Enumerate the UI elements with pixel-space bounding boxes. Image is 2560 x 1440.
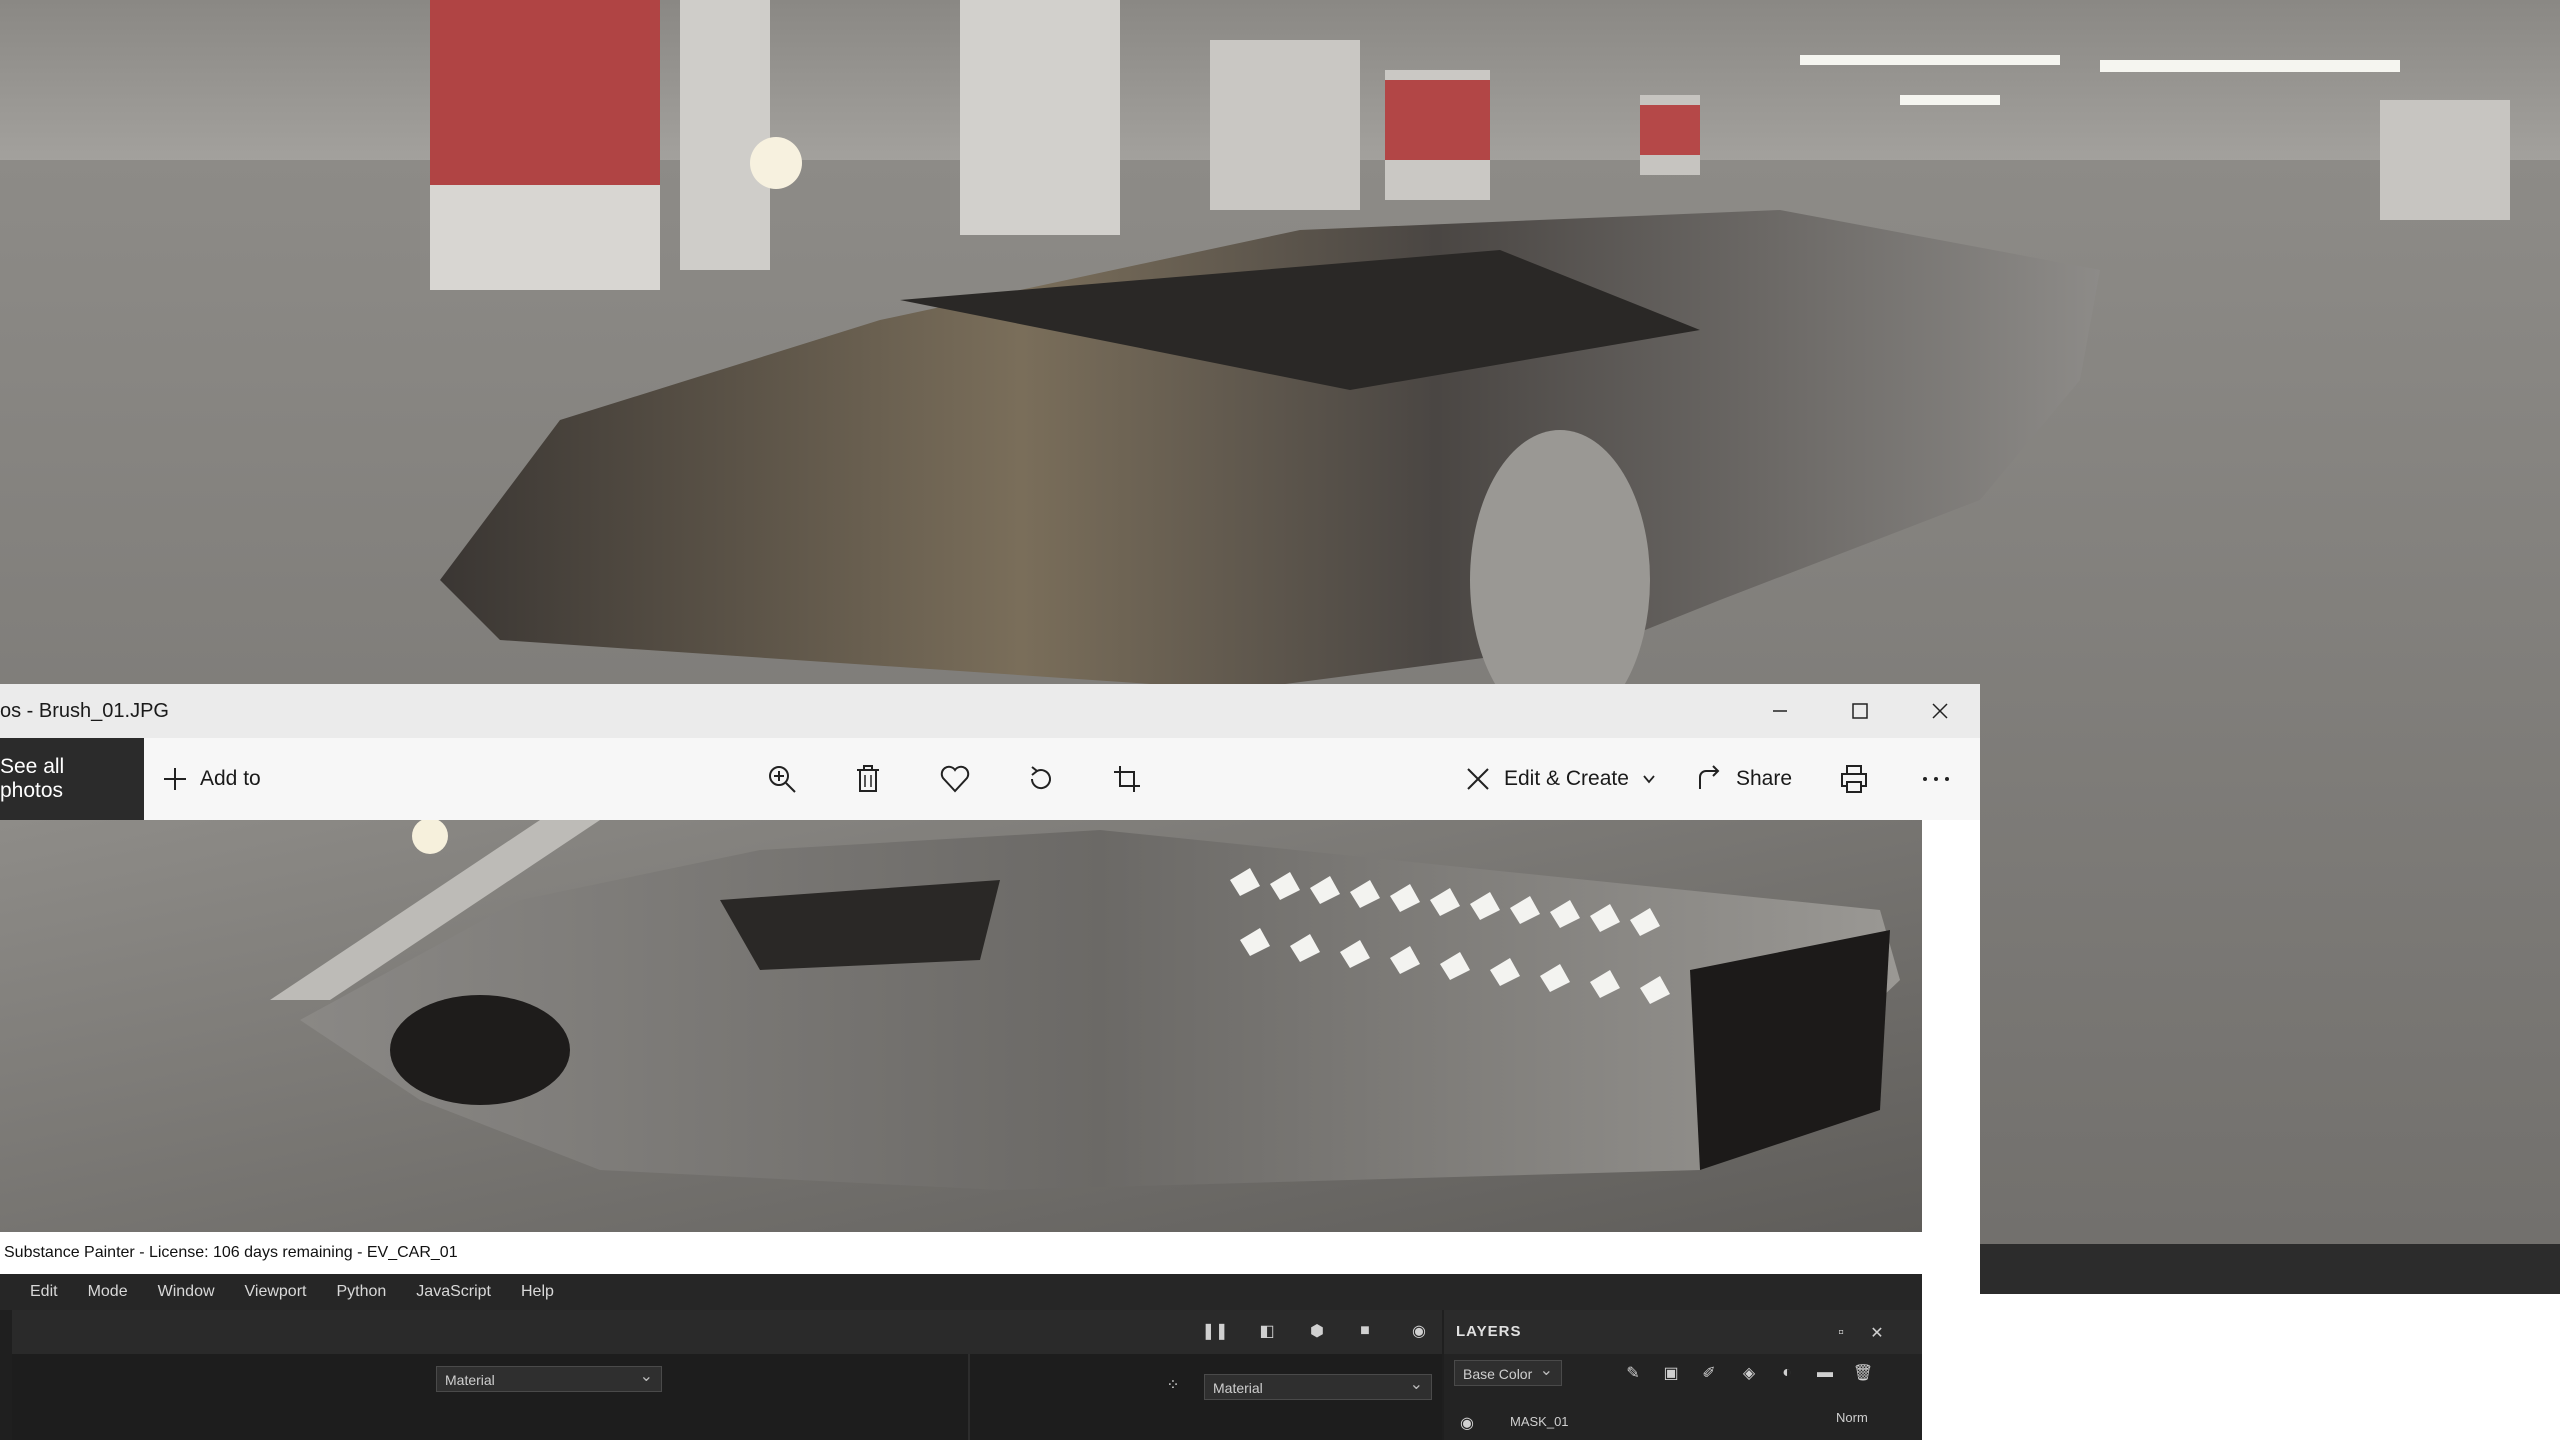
cube-icon[interactable]: ⬢ bbox=[1304, 1318, 1330, 1344]
material-select-left[interactable]: Material bbox=[436, 1364, 662, 1392]
photo-preview bbox=[0, 820, 1922, 1232]
rotate-icon bbox=[1030, 766, 1051, 790]
camera-video-icon[interactable]: ■ bbox=[1352, 1318, 1378, 1344]
photos-title: os - Brush_01.JPG bbox=[0, 700, 169, 722]
minimize-button[interactable] bbox=[1740, 684, 1820, 738]
substance-painter-title: Substance Painter - License: 106 days re… bbox=[0, 1232, 1922, 1274]
split-view-icon[interactable]: ◧ bbox=[1254, 1318, 1280, 1344]
paint-layer-icon[interactable]: ✐ bbox=[1696, 1360, 1722, 1386]
print-icon bbox=[1841, 765, 1867, 793]
fill-layer-icon[interactable]: ◈ bbox=[1736, 1360, 1762, 1386]
sp-viewport-properties: Material ⁘ Material bbox=[12, 1354, 1442, 1440]
menu-edit[interactable]: Edit bbox=[30, 1283, 58, 1301]
layer-name[interactable]: MASK_01 bbox=[1510, 1414, 1569, 1429]
pause-icon[interactable]: ❚❚ bbox=[1202, 1318, 1229, 1344]
photos-titlebar: os - Brush_01.JPG bbox=[0, 684, 1980, 738]
maximize-button[interactable] bbox=[1820, 684, 1900, 738]
visibility-eye-icon[interactable]: ◉ bbox=[1454, 1410, 1480, 1436]
menu-window[interactable]: Window bbox=[158, 1283, 215, 1301]
menu-viewport[interactable]: Viewport bbox=[245, 1283, 307, 1301]
share-button[interactable]: Share bbox=[1696, 738, 1792, 820]
edit-create-button[interactable]: Edit & Create bbox=[1464, 738, 1657, 820]
substance-painter-window: Edit Mode Window Viewport Python JavaScr… bbox=[0, 1274, 1922, 1440]
background-app-panel bbox=[1980, 1294, 2560, 1440]
menu-help[interactable]: Help bbox=[521, 1283, 554, 1301]
channel-select[interactable]: Base Color bbox=[1454, 1358, 1562, 1386]
blend-mode[interactable]: Norm bbox=[1836, 1410, 1868, 1425]
delete-button[interactable] bbox=[848, 759, 888, 799]
add-to-label: Add to bbox=[200, 767, 261, 790]
folder-icon[interactable]: ▬ bbox=[1812, 1360, 1838, 1386]
channels-icon[interactable]: ⁘ bbox=[1160, 1372, 1186, 1398]
smart-material-icon[interactable]: ◐ bbox=[1774, 1360, 1800, 1386]
menu-javascript[interactable]: JavaScript bbox=[416, 1283, 491, 1301]
close-icon bbox=[1932, 703, 1948, 719]
zoom-in-icon bbox=[769, 766, 796, 793]
rotate-button[interactable] bbox=[1021, 759, 1061, 799]
maximize-icon bbox=[1852, 703, 1868, 719]
photos-toolbar: See all photos Add to Edit & Create Shar… bbox=[0, 738, 1980, 820]
share-label: Share bbox=[1736, 767, 1793, 790]
sp-menubar: Edit Mode Window Viewport Python JavaScr… bbox=[0, 1274, 1922, 1310]
add-effect-icon[interactable]: ✎ bbox=[1620, 1360, 1646, 1386]
chevron-down-icon bbox=[1643, 775, 1655, 784]
trash-icon[interactable]: 🗑 bbox=[1850, 1360, 1876, 1386]
edit-create-label: Edit & Create bbox=[1504, 767, 1629, 790]
favorite-button[interactable] bbox=[935, 759, 975, 799]
layers-panel: LAYERS ▫ ✕ Base Color ✎ ▣ ✐ ◈ ◐ ▬ 🗑 ◉ MA… bbox=[1444, 1310, 1922, 1440]
screenshot-icon[interactable]: ◉ bbox=[1406, 1318, 1432, 1344]
material-select-right[interactable]: Material bbox=[1204, 1372, 1432, 1400]
add-to-button[interactable]: Add to bbox=[162, 738, 261, 820]
close-button[interactable] bbox=[1900, 684, 1980, 738]
minimize-icon bbox=[1773, 710, 1787, 712]
menu-python[interactable]: Python bbox=[336, 1283, 386, 1301]
photos-window: os - Brush_01.JPG See all photos Add to bbox=[0, 684, 1980, 1440]
float-panel-icon[interactable]: ▫ bbox=[1828, 1320, 1854, 1346]
background-app-scrollbar bbox=[1980, 1244, 2560, 1294]
sp-viewport-toolbar: ❚❚ ◧ ⬢ ■ ◉ bbox=[12, 1310, 1442, 1354]
favorite-icon bbox=[940, 765, 970, 793]
see-all-photos-button[interactable]: See all photos bbox=[0, 738, 144, 820]
crop-button[interactable] bbox=[1107, 759, 1147, 799]
plus-icon bbox=[164, 768, 186, 790]
more-icon bbox=[1923, 777, 1949, 781]
add-mask-icon[interactable]: ▣ bbox=[1658, 1360, 1684, 1386]
zoom-in-button[interactable] bbox=[762, 759, 802, 799]
close-panel-icon[interactable]: ✕ bbox=[1864, 1320, 1890, 1346]
crop-icon bbox=[1114, 766, 1140, 792]
menu-mode[interactable]: Mode bbox=[88, 1283, 128, 1301]
share-icon bbox=[1699, 765, 1720, 789]
edit-create-icon bbox=[1467, 768, 1489, 790]
delete-icon bbox=[857, 765, 879, 792]
more-options-button[interactable] bbox=[1916, 759, 1956, 799]
print-button[interactable] bbox=[1834, 759, 1874, 799]
